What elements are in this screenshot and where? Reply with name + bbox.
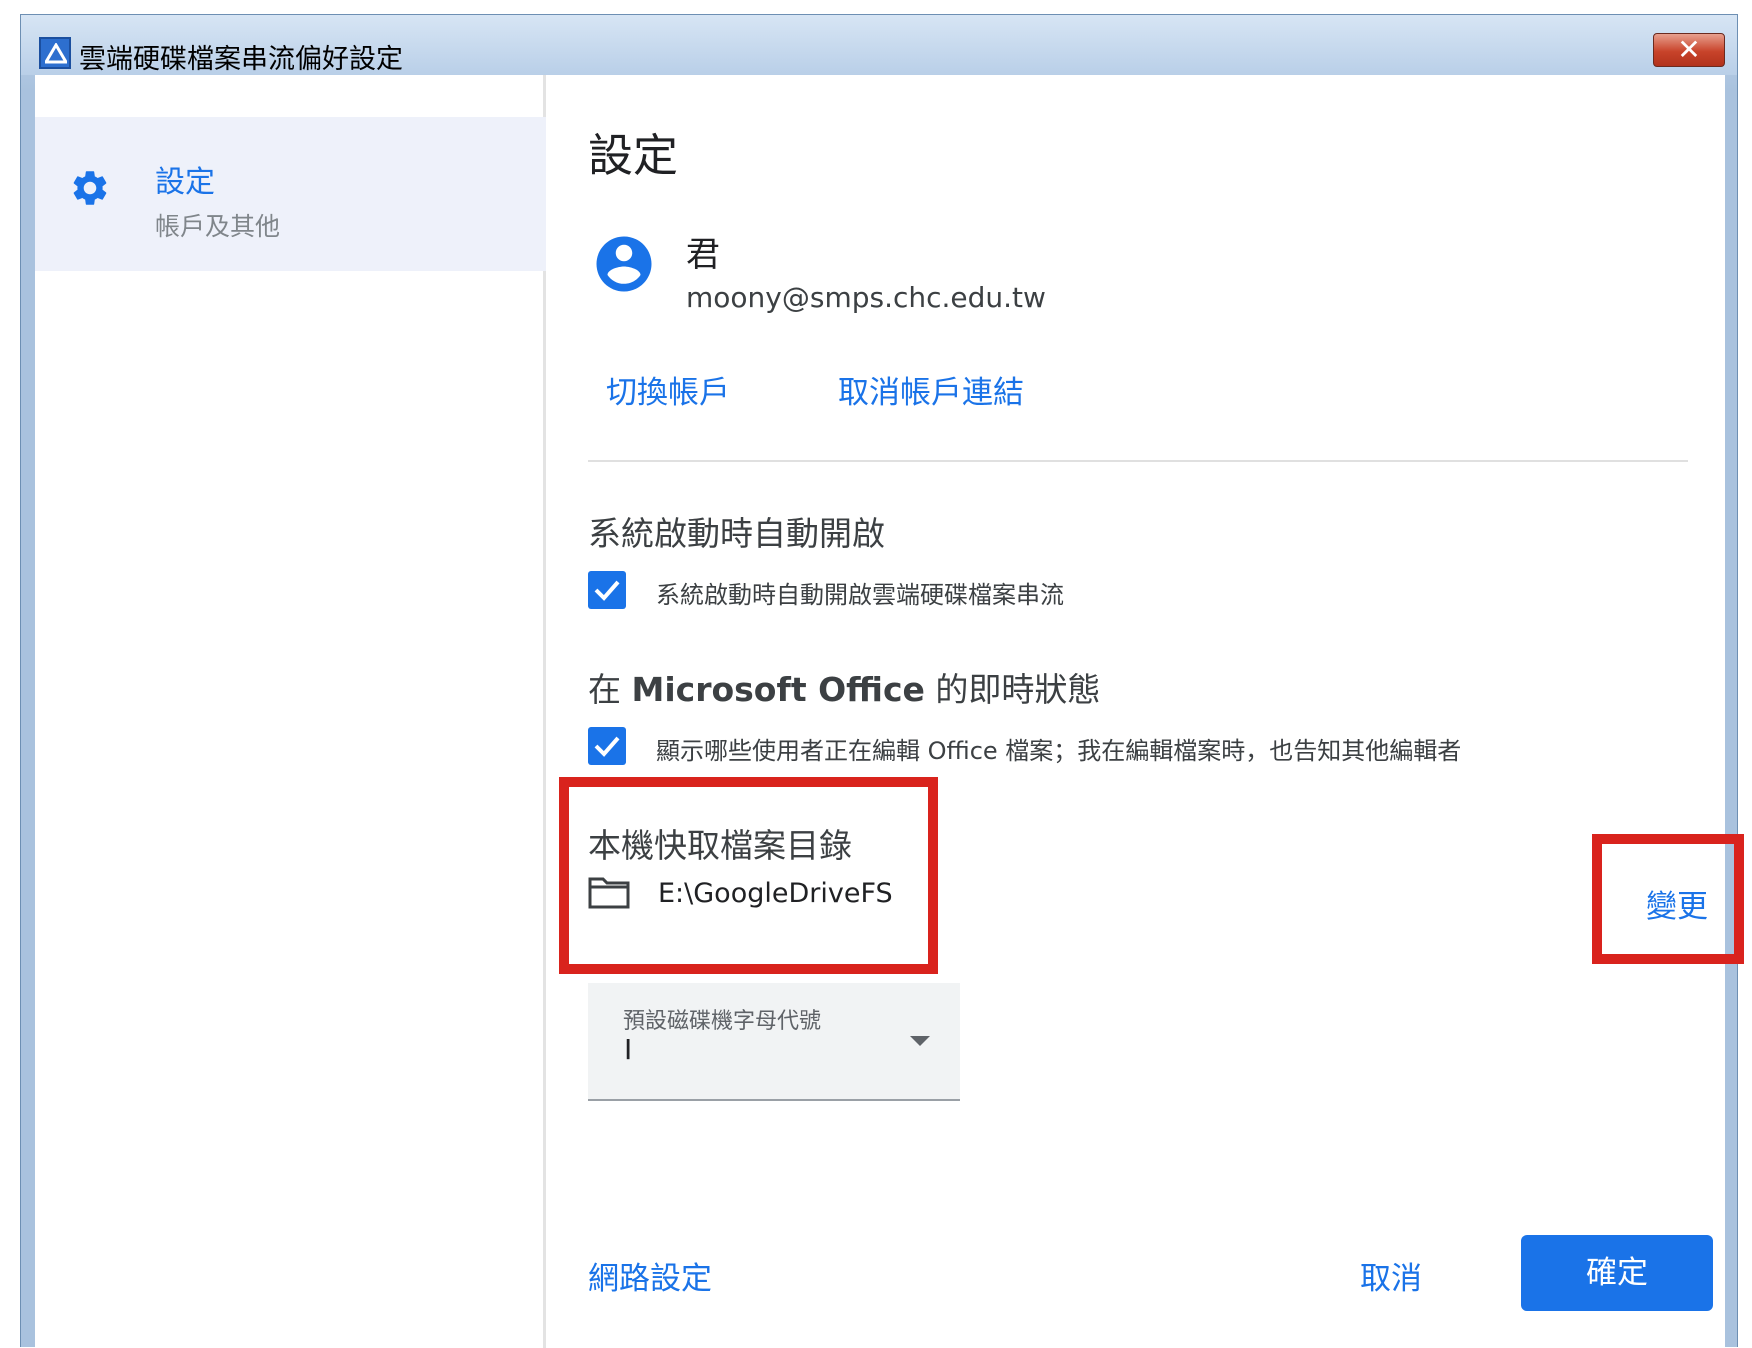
startup-checkbox-label: 系統啟動時自動開啟雲端硬碟檔案串流 <box>656 581 1064 609</box>
google-drive-icon <box>39 37 71 69</box>
window-title: 雲端硬碟檔案串流偏好設定 <box>79 44 403 75</box>
sidebar-item-sublabel: 帳戶及其他 <box>155 212 281 241</box>
switch-account-button[interactable]: 切換帳戶 <box>606 367 730 412</box>
ok-button[interactable]: 確定 <box>1521 1235 1713 1311</box>
startup-checkbox[interactable] <box>588 571 626 609</box>
cancel-button[interactable]: 取消 <box>1360 1253 1422 1298</box>
startup-section-title: 系統啟動時自動開啟 <box>588 514 885 553</box>
office-presence-checkbox[interactable] <box>588 727 626 765</box>
disconnect-account-button[interactable]: 取消帳戶連結 <box>838 367 1024 412</box>
client-area: 設定 帳戶及其他 設定 君 moony@smps.chc.edu.tw 切換帳戶… <box>35 75 1744 1348</box>
office-title-prefix: 在 <box>588 670 621 709</box>
preferences-window: 雲端硬碟檔案串流偏好設定 ✕ 設定 帳戶及其他 設定 君 moony@smps.… <box>20 14 1744 1348</box>
avatar-icon <box>591 231 657 301</box>
title-bar[interactable]: 雲端硬碟檔案串流偏好設定 ✕ <box>21 15 1737 75</box>
office-title-suffix: 的即時狀態 <box>935 670 1101 709</box>
drive-letter-value: I <box>624 1033 633 1066</box>
divider <box>588 460 1688 462</box>
office-title-product: Microsoft Office <box>631 670 925 709</box>
close-button[interactable]: ✕ <box>1653 33 1725 67</box>
sidebar: 設定 帳戶及其他 <box>35 75 546 1348</box>
user-name: 君 <box>686 235 720 275</box>
drive-letter-label: 預設磁碟機字母代號 <box>623 1009 822 1034</box>
highlight-box-change-button <box>1592 834 1744 964</box>
network-settings-button[interactable]: 網路設定 <box>588 1253 712 1298</box>
highlight-box-cache-folder <box>559 777 938 974</box>
sidebar-item-label: 設定 <box>155 165 215 200</box>
settings-panel: 設定 君 moony@smps.chc.edu.tw 切換帳戶 取消帳戶連結 系… <box>546 75 1744 1348</box>
gear-icon <box>69 167 111 213</box>
office-section-title: 在 Microsoft Office 的即時狀態 <box>588 663 1100 711</box>
office-presence-checkbox-label: 顯示哪些使用者正在編輯 Office 檔案；我在編輯檔案時，也告知其他編輯者 <box>656 737 1462 765</box>
sidebar-item-settings[interactable]: 設定 帳戶及其他 <box>35 117 546 271</box>
drive-letter-dropdown[interactable]: 預設磁碟機字母代號 I <box>588 983 960 1101</box>
page-title: 設定 <box>588 129 679 182</box>
dropdown-arrow-icon <box>908 1033 932 1052</box>
user-email: moony@smps.chc.edu.tw <box>686 281 1046 314</box>
